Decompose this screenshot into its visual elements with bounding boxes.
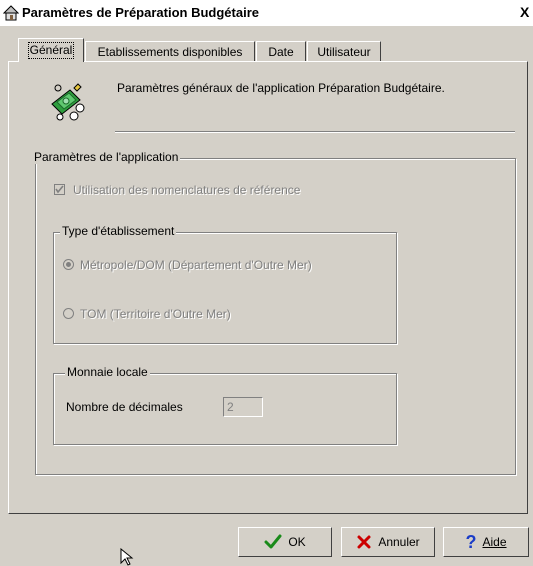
checkmark-icon [55,185,64,194]
radio-metropole-label: Métropole/DOM (Département d'Outre Mer) [80,258,312,272]
type-etablissement-group-label: Type d'établissement [60,224,177,238]
header-divider [115,131,515,133]
ok-button[interactable]: OK [238,527,332,557]
tab-etablissements[interactable]: Etablissements disponibles [85,41,255,61]
tab-date[interactable]: Date [256,41,306,61]
close-button[interactable]: X [520,4,529,20]
app-params-group-label: Paramètres de l'application [32,150,181,164]
cancel-button[interactable]: Annuler [341,527,435,557]
question-icon: ? [465,532,477,552]
tab-utilisateur[interactable]: Utilisateur [307,41,381,61]
nomenclature-checkbox[interactable] [54,184,65,195]
decimals-input[interactable]: 2 [223,397,263,417]
window-title: Paramètres de Préparation Budgétaire [22,5,259,20]
tab-general[interactable]: Général [18,38,84,62]
radio-tom[interactable] [63,308,74,319]
monnaie-group-label: Monnaie locale [65,365,150,379]
mouse-cursor-icon [120,548,134,566]
tab-date-label: Date [268,45,294,59]
dialog-window: Paramètres de Préparation Budgétaire X G… [0,0,533,566]
type-etablissement-group [53,232,397,344]
page-description: Paramètres généraux de l'application Pré… [117,81,445,95]
tab-general-label: Général [27,42,75,59]
help-button[interactable]: ? Aide [443,527,529,557]
tab-utilisateur-label: Utilisateur [317,45,371,59]
cross-icon [357,535,371,549]
title-bar[interactable]: Paramètres de Préparation Budgétaire X [0,0,533,26]
nomenclature-checkbox-label: Utilisation des nomenclatures de référen… [73,183,301,197]
radio-metropole[interactable] [63,259,74,270]
decimals-label: Nombre de décimales [66,400,183,414]
cancel-button-label: Annuler [378,535,420,549]
help-button-label: Aide [482,535,507,549]
radio-selected-dot [66,262,71,267]
ok-button-label: OK [288,535,306,549]
money-icon [48,82,88,125]
check-icon [264,534,282,549]
house-icon [2,5,20,21]
radio-tom-label: TOM (Territoire d'Outre Mer) [80,307,231,321]
tab-etablissements-label: Etablissements disponibles [97,45,243,59]
